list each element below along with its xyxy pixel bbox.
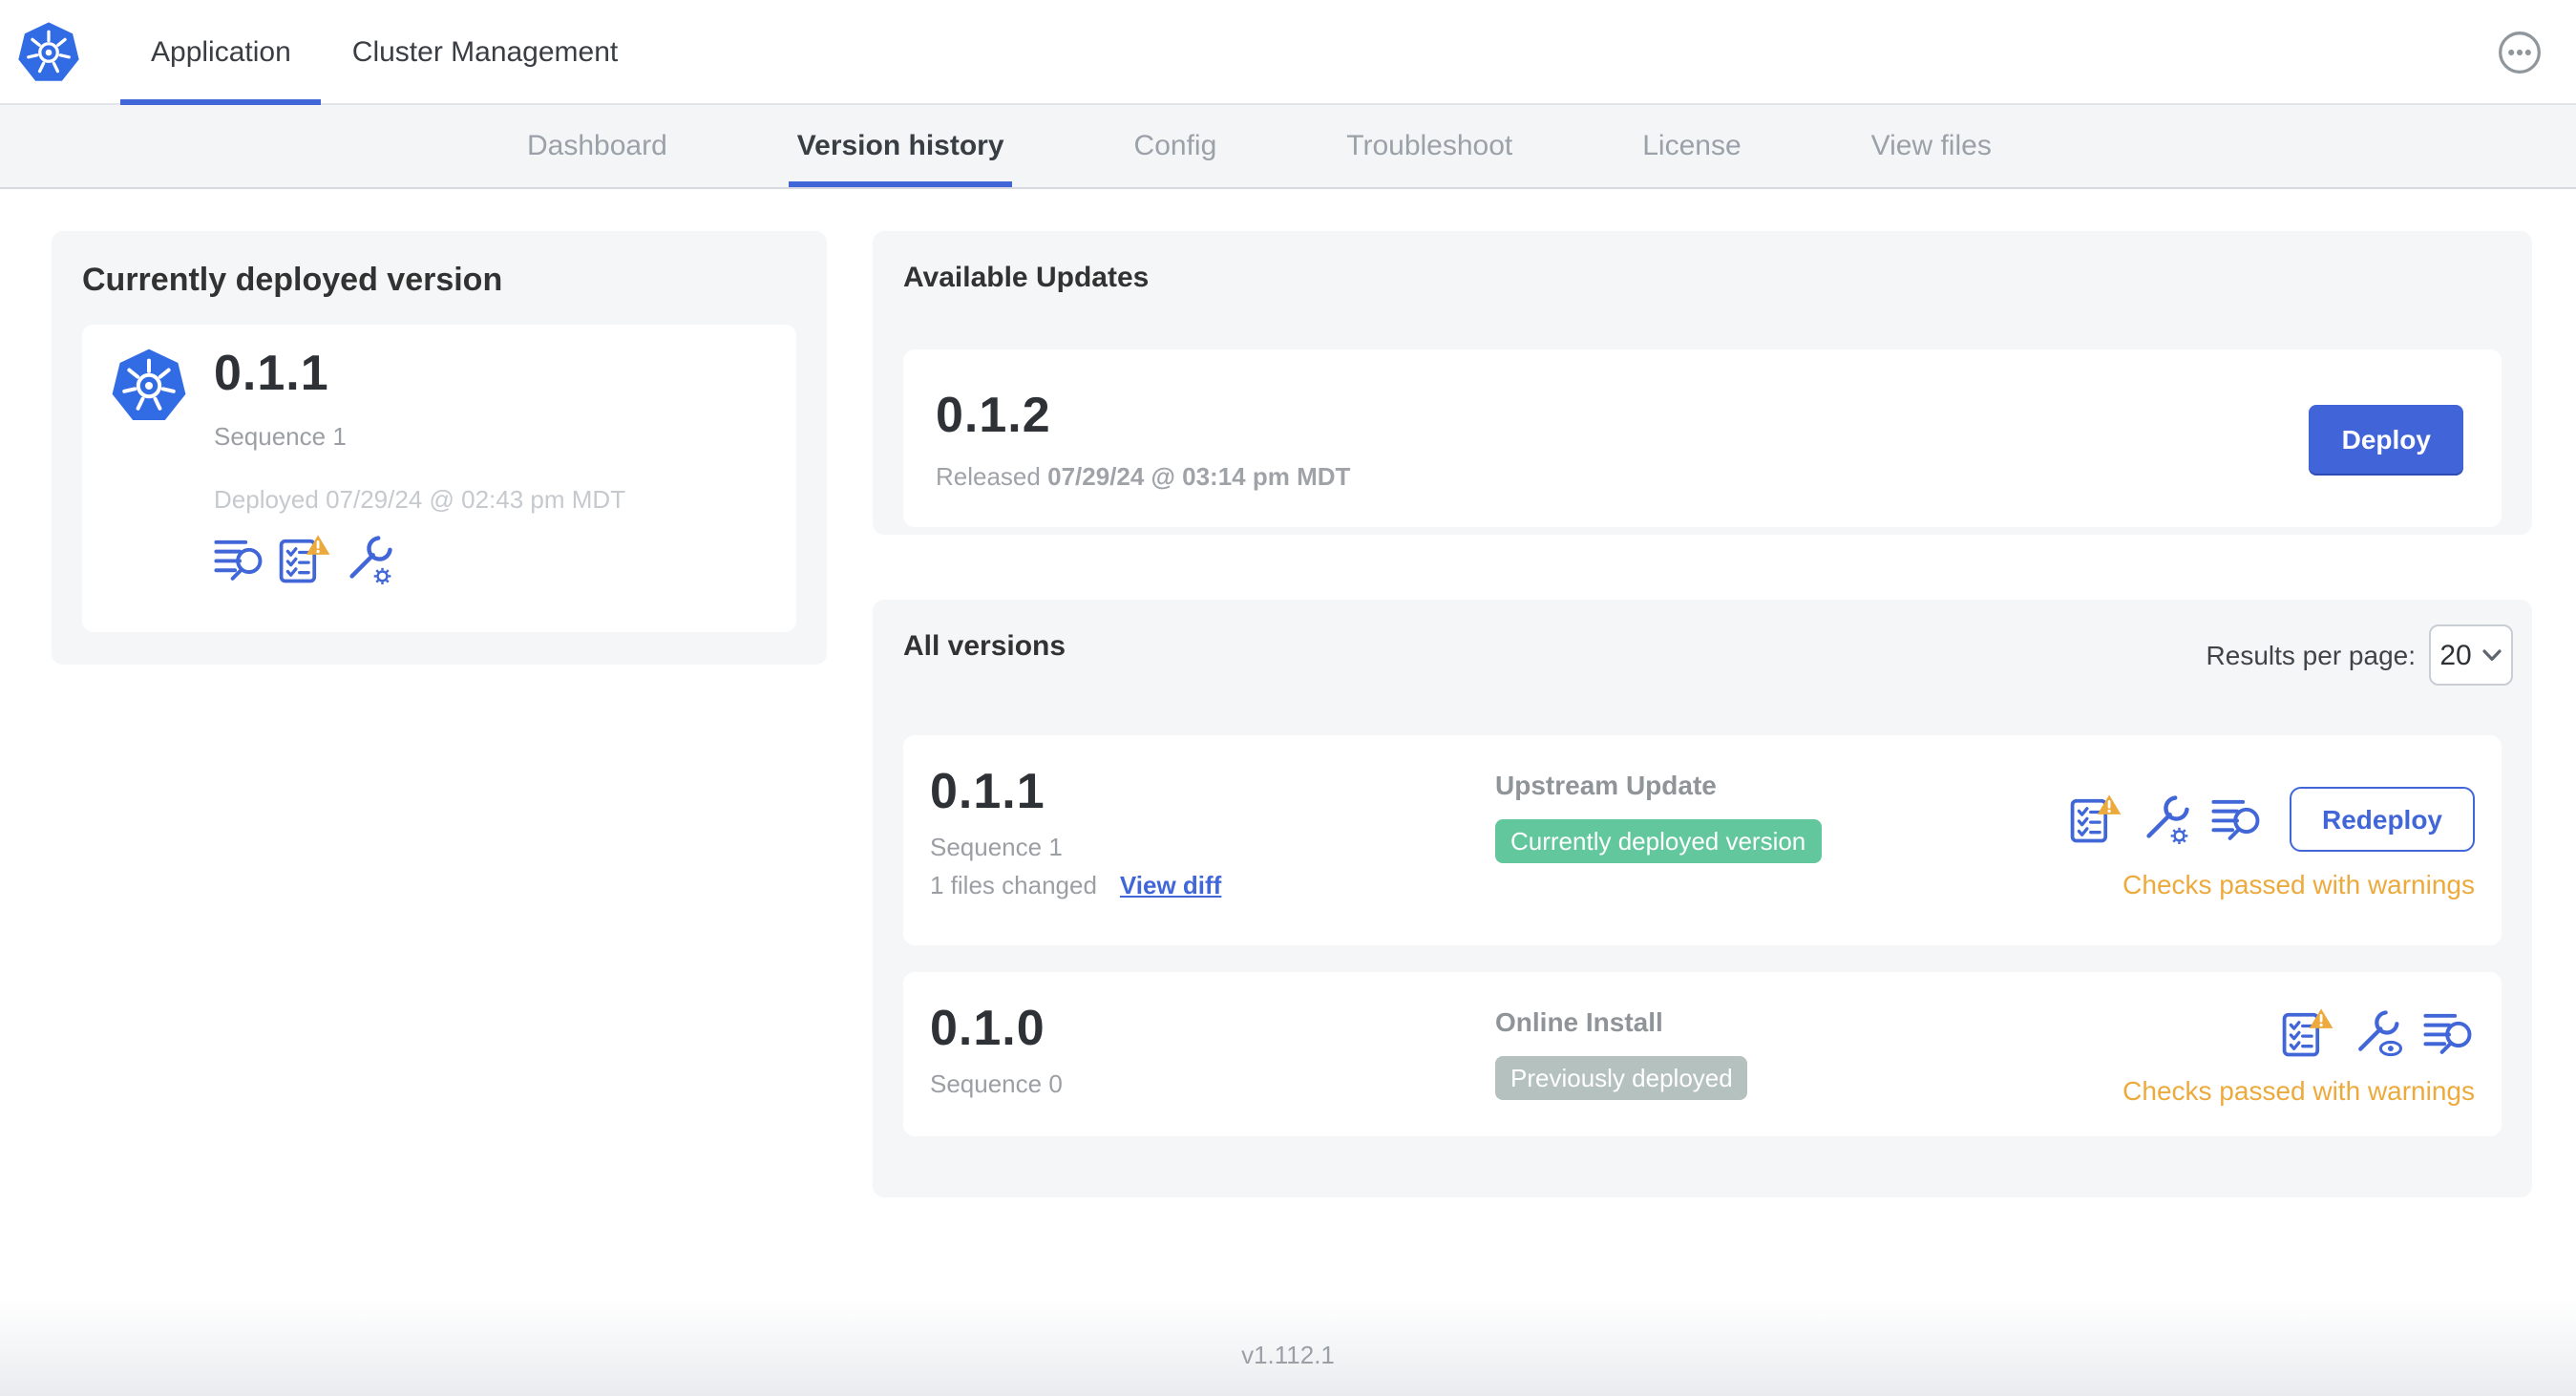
version-row-details: 0.1.0 Sequence 0 [930, 999, 1495, 1113]
row-source-label: Online Install [1495, 1006, 1663, 1037]
preflight-checks-warning-icon[interactable] [2070, 793, 2122, 844]
tab-dashboard[interactable]: Dashboard [519, 105, 675, 187]
admin-console-page: Application Cluster Management Dashboard… [0, 0, 2576, 1396]
files-changed-count: 1 files changed [930, 871, 1097, 899]
currently-deployed-badge: Currently deployed version [1495, 819, 1822, 863]
currently-deployed-details: 0.1.1 Sequence 1 Deployed 07/29/24 @ 02:… [214, 344, 625, 613]
tab-license[interactable]: License [1635, 105, 1748, 187]
released-prefix: Released [936, 462, 1041, 491]
row-sequence: Sequence 1 [930, 833, 1063, 861]
version-row-source: Upstream Update Currently deployed versi… [1495, 762, 2070, 922]
results-per-page-select[interactable]: 20 [2429, 624, 2513, 686]
view-config-icon[interactable] [2353, 1006, 2404, 1058]
currently-deployed-title: Currently deployed version [82, 262, 503, 298]
all-versions-card: All versions Results per page: 20 0.1.1 … [873, 600, 2532, 1197]
row-sequence: Sequence 0 [930, 1069, 1063, 1098]
version-row-actions: Redeploy Checks passed with warnings [2070, 762, 2475, 922]
tab-troubleshoot[interactable]: Troubleshoot [1339, 105, 1520, 187]
current-version-deployed-timestamp: Deployed 07/29/24 @ 02:43 pm MDT [214, 485, 626, 514]
app-sub-nav: Dashboard Version history Config Trouble… [0, 105, 2576, 189]
previously-deployed-badge: Previously deployed [1495, 1056, 1748, 1100]
preflight-checks-warning-icon[interactable] [2282, 1006, 2333, 1058]
preflight-checks-warning-icon[interactable] [279, 533, 330, 584]
results-per-page-control: Results per page: 20 [2206, 624, 2513, 686]
version-list: 0.1.1 Sequence 1 1 files changed View di… [903, 735, 2502, 1136]
release-notes-icon[interactable] [214, 533, 265, 584]
row-version-number: 0.1.1 [930, 762, 1045, 819]
current-version-actions [214, 533, 625, 584]
current-version-sequence: Sequence 1 [214, 422, 347, 451]
deploy-button[interactable]: Deploy [2309, 404, 2463, 473]
edit-config-icon[interactable] [344, 533, 395, 584]
results-per-page-label: Results per page: [2206, 640, 2416, 670]
redeploy-button[interactable]: Redeploy [2289, 786, 2475, 851]
top-nav: Application Cluster Management [0, 0, 2576, 105]
release-notes-icon[interactable] [2423, 1006, 2475, 1058]
top-nav-tabs: Application Cluster Management [120, 0, 648, 105]
chevron-down-icon [2483, 648, 2502, 662]
currently-deployed-card: Currently deployed version 0.1.1 Sequenc… [52, 231, 827, 665]
tab-cluster-management[interactable]: Cluster Management [322, 0, 648, 105]
version-row-source: Online Install Previously deployed [1495, 999, 2122, 1113]
version-row-details: 0.1.1 Sequence 1 1 files changed View di… [930, 762, 1495, 922]
row-source-label: Upstream Update [1495, 770, 1717, 800]
more-options-icon[interactable] [2498, 31, 2542, 74]
app-kubernetes-icon [111, 346, 187, 426]
checks-status-link[interactable]: Checks passed with warnings [2122, 1075, 2475, 1106]
row-version-number: 0.1.0 [930, 999, 1045, 1056]
currently-deployed-panel: 0.1.1 Sequence 1 Deployed 07/29/24 @ 02:… [82, 325, 796, 632]
available-updates-title: Available Updates [903, 262, 1150, 294]
update-released-timestamp: Released 07/29/24 @ 03:14 pm MDT [936, 462, 1350, 491]
available-update-details: 0.1.2 Released 07/29/24 @ 03:14 pm MDT [936, 386, 1350, 491]
kubernetes-logo-icon[interactable] [17, 19, 80, 86]
available-updates-card: Available Updates 0.1.2 Released 07/29/2… [873, 231, 2532, 535]
release-notes-icon[interactable] [2211, 793, 2263, 844]
tab-application[interactable]: Application [120, 0, 322, 105]
edit-config-icon[interactable] [2141, 793, 2192, 844]
version-row-0-1-0: 0.1.0 Sequence 0 Online Install Previous… [903, 972, 2502, 1136]
update-version-number: 0.1.2 [936, 386, 1051, 443]
version-row-actions: Checks passed with warnings [2122, 999, 2475, 1113]
current-version-number: 0.1.1 [214, 344, 329, 401]
version-row-0-1-1: 0.1.1 Sequence 1 1 files changed View di… [903, 735, 2502, 945]
page-footer: v1.112.1 [0, 1299, 2576, 1396]
checks-status-link[interactable]: Checks passed with warnings [2122, 868, 2475, 899]
released-date: 07/29/24 @ 03:14 pm MDT [1047, 462, 1351, 491]
results-per-page-value: 20 [2439, 639, 2472, 671]
row-files-changed-line: 1 files changed View diff [930, 871, 1495, 899]
tab-version-history[interactable]: Version history [789, 105, 1012, 187]
tab-config[interactable]: Config [1127, 105, 1225, 187]
row-action-icons [2282, 1006, 2475, 1058]
tab-view-files[interactable]: View files [1864, 105, 1999, 187]
available-update-row: 0.1.2 Released 07/29/24 @ 03:14 pm MDT D… [903, 349, 2502, 527]
console-version-label: v1.112.1 [1241, 1341, 1335, 1369]
row-action-icons: Redeploy [2070, 786, 2475, 851]
view-diff-link[interactable]: View diff [1120, 871, 1221, 899]
